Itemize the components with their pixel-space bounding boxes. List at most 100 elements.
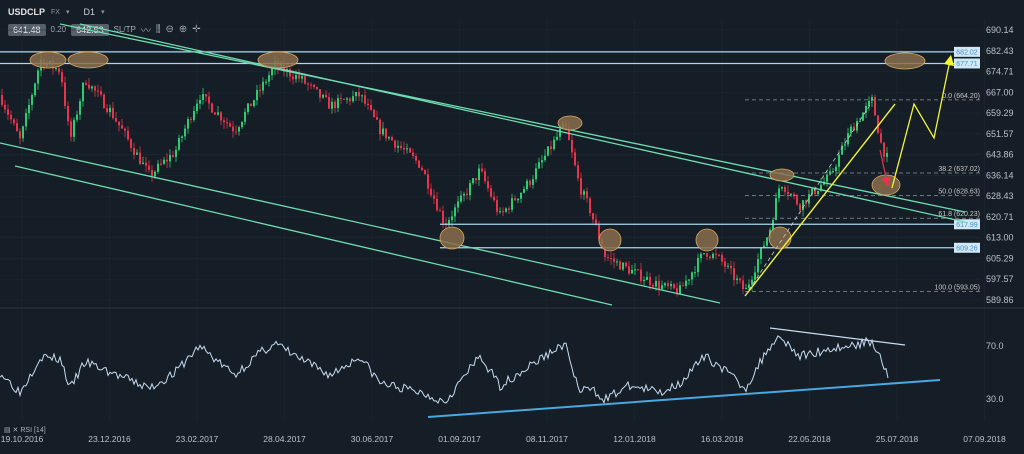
candle-down <box>658 280 660 290</box>
candle-up <box>760 247 762 259</box>
date-tick-label: 19.10.2016 <box>1 434 44 444</box>
candle-down <box>307 83 309 85</box>
fib-anchor-line[interactable] <box>744 101 873 297</box>
candle-down <box>70 121 72 137</box>
rsi-tick-label: 70.0 <box>986 341 1004 351</box>
candle-up <box>553 139 555 149</box>
candle-up <box>679 285 681 295</box>
ellipse-marker[interactable] <box>695 228 719 252</box>
candle-up <box>766 237 768 246</box>
ellipse-marker[interactable] <box>557 115 583 131</box>
candle-up <box>511 198 513 210</box>
ellipse-marker[interactable] <box>67 51 109 69</box>
candle-up <box>352 96 354 102</box>
rsi-support-line[interactable] <box>427 379 941 418</box>
price-tick-label: 667.00 <box>986 87 1014 97</box>
candle-up <box>469 183 471 196</box>
candle-up <box>31 95 33 105</box>
price-tick-label: 636.14 <box>986 170 1014 180</box>
candle-down <box>67 105 69 122</box>
candle-up <box>634 269 636 271</box>
candle-down <box>94 86 96 91</box>
candle-down <box>475 178 477 181</box>
candle-down <box>7 109 9 115</box>
candle-down <box>13 119 15 124</box>
channel-line[interactable] <box>79 23 966 223</box>
candle-down <box>106 108 108 113</box>
candle-up <box>454 207 456 217</box>
candle-up <box>532 179 534 185</box>
candle-up <box>337 98 339 109</box>
candle-down <box>97 90 99 92</box>
candle-down <box>133 147 135 155</box>
candle-down <box>379 119 381 135</box>
rsi-resistance-line[interactable] <box>769 327 906 346</box>
candle-up <box>520 192 522 199</box>
candle-down <box>433 195 435 199</box>
candle-down <box>292 76 294 80</box>
candle-up <box>463 193 465 196</box>
uptrend-line[interactable] <box>744 103 896 297</box>
candle-up <box>523 188 525 193</box>
candle-down <box>493 196 495 201</box>
candle-down <box>880 133 882 143</box>
price-chart[interactable]: 682.02 677.71 617.99 609.26 0.0 (664.20) 38.… <box>0 0 1024 454</box>
candle-up <box>25 113 27 127</box>
ellipse-marker[interactable] <box>598 228 622 252</box>
candle-up <box>538 162 540 169</box>
candle-up <box>478 168 480 181</box>
candle-down <box>88 84 90 89</box>
rsi-indicator-label[interactable]: ▤ ✕ RSI [14] <box>4 426 46 434</box>
price-tick-label: 690.14 <box>986 25 1014 35</box>
candle-down <box>649 276 651 285</box>
candle-down <box>328 97 330 109</box>
ellipse-marker[interactable] <box>257 51 299 69</box>
fib-level-label: 100.0 (593.05) <box>934 284 980 291</box>
candle-down <box>619 261 621 270</box>
ellipse-marker[interactable] <box>29 51 67 69</box>
candle-up <box>346 98 348 100</box>
date-tick-label: 12.01.2018 <box>613 434 656 444</box>
candle-up <box>457 201 459 208</box>
candle-down <box>430 188 432 196</box>
candle-up <box>241 121 243 128</box>
ellipse-marker[interactable] <box>769 168 795 182</box>
price-tick-label: 651.57 <box>986 129 1014 139</box>
candle-down <box>376 117 378 120</box>
candle-down <box>625 262 627 267</box>
candle-down <box>343 98 345 100</box>
candle-down <box>319 89 321 98</box>
candle-up <box>661 285 663 290</box>
candle-up <box>691 272 693 280</box>
candle-down <box>226 122 228 124</box>
candle-down <box>139 152 141 165</box>
ellipse-marker[interactable] <box>884 52 926 70</box>
candle-down <box>223 120 225 123</box>
ellipse-marker[interactable] <box>439 226 465 250</box>
candle-down <box>166 159 168 162</box>
price-tick-label: 682.43 <box>986 46 1014 56</box>
candle-down <box>742 280 744 290</box>
channel-line[interactable] <box>14 165 613 306</box>
candle-up <box>238 127 240 132</box>
candle-up <box>802 200 804 211</box>
candle-up <box>526 180 528 189</box>
candle-up <box>736 278 738 280</box>
candle-down <box>367 103 369 106</box>
price-tick-label: 674.71 <box>986 67 1014 77</box>
candle-down <box>577 165 579 179</box>
candle-down <box>220 112 222 121</box>
candle-down <box>160 163 162 165</box>
candle-down <box>211 103 213 113</box>
candle-up <box>616 261 618 263</box>
candle-down <box>112 107 114 119</box>
candle-up <box>700 253 702 259</box>
candle-up <box>862 112 864 121</box>
candle-down <box>313 84 315 87</box>
candle-up <box>253 100 255 107</box>
candle-up <box>217 112 219 115</box>
price-axis: 690.14 682.43 674.71 667.00 659.29 651.57 643.… <box>986 25 1014 305</box>
candle-up <box>202 94 204 101</box>
candle-down <box>394 140 396 148</box>
candle-up <box>34 83 36 96</box>
